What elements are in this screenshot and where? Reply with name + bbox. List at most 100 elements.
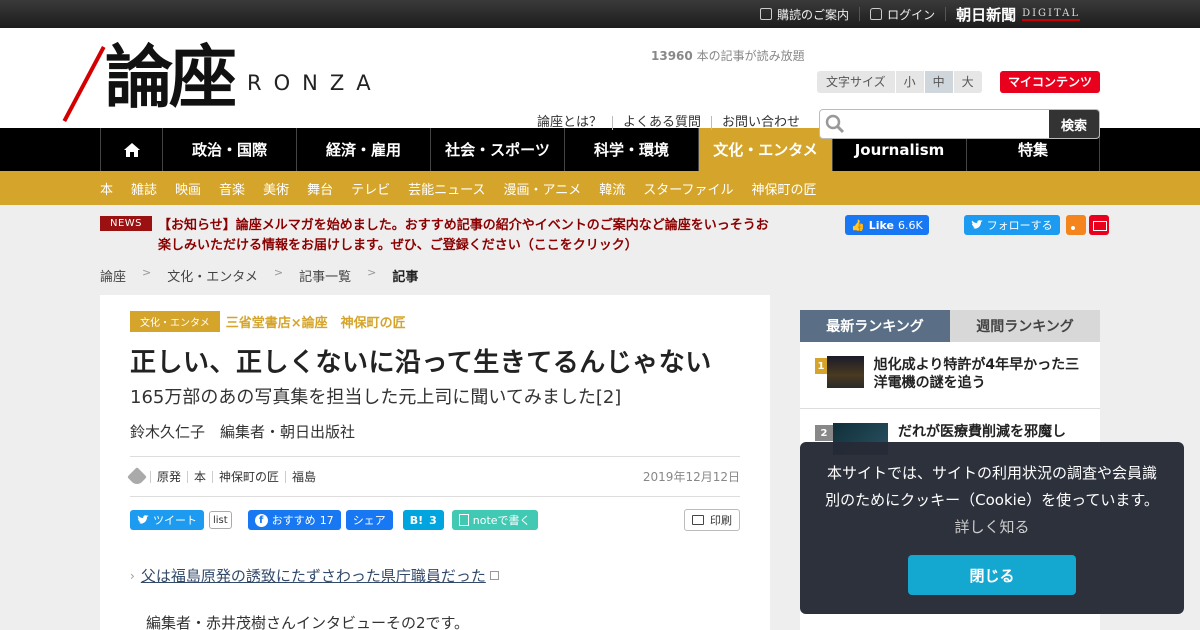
font-size-medium[interactable]: 中 [924, 71, 954, 93]
readable-number: 13960 [651, 49, 693, 63]
subscribe-label: 購読のご案内 [777, 7, 850, 22]
breadcrumb: 論座 > 文化・エンタメ > 記事一覧 > 記事 [100, 266, 418, 285]
series-link[interactable]: 三省堂書店×論座 神保町の匠 [226, 312, 406, 331]
previous-article-text[interactable]: 父は福島原発の誘致にたずさわった県庁職員だった [141, 565, 486, 586]
nav-science[interactable]: 科学・環境 [564, 128, 698, 171]
font-size-selector: 文字サイズ 小 中 大 [817, 71, 982, 93]
subscribe-link[interactable]: 購読のご案内 [750, 7, 861, 22]
site-header: 論座 RONZA 13960 本の記事が読み放題 文字サイズ 小 中 大 マイコ… [0, 28, 1200, 139]
breadcrumb-list[interactable]: 記事一覧 [299, 266, 351, 285]
article-author[interactable]: 鈴木久仁子 編集者・朝日出版社 [130, 421, 740, 457]
subnav-item[interactable]: 韓流 [599, 179, 625, 198]
article-tag[interactable]: 神保町の匠 [212, 470, 285, 483]
list-button[interactable]: list [209, 511, 232, 529]
article-category-row: 文化・エンタメ 三省堂書店×論座 神保町の匠 [130, 311, 740, 332]
readable-text: 本の記事が読み放題 [696, 49, 805, 63]
note-label: noteで書く [472, 514, 531, 527]
faq-link[interactable]: よくある質問 [612, 116, 711, 130]
fb-like-count: 6.6K [897, 218, 923, 232]
subnav-item[interactable]: 本 [100, 179, 113, 198]
breadcrumb-home[interactable]: 論座 [100, 266, 126, 285]
subnav-item[interactable]: 漫画・アニメ [503, 179, 581, 198]
tab-latest-ranking[interactable]: 最新ランキング [800, 310, 950, 342]
cookie-banner: 本サイトでは、サイトの利用状況の調査や会員識別のためにクッキー（Cookie）を… [800, 442, 1184, 614]
article-date: 2019年12月12日 [642, 470, 740, 484]
print-button[interactable]: 印刷 [684, 509, 740, 531]
cookie-text: 本サイトでは、サイトの利用状況の調査や会員識別のためにクッキー（Cookie）を… [825, 464, 1159, 509]
note-icon [458, 514, 469, 526]
subnav-item[interactable]: テレビ [351, 179, 390, 198]
twitter-bird-icon [137, 515, 149, 524]
hatena-bookmark-button[interactable]: B! 3 [402, 510, 444, 530]
ronza-logo[interactable]: 論座 RONZA [62, 36, 383, 123]
nav-politics[interactable]: 政治・国際 [162, 128, 296, 171]
hatena-count: 3 [429, 513, 437, 527]
facebook-like-button[interactable]: 👍 Like 6.6K [845, 215, 929, 235]
subnav-item[interactable]: 美術 [263, 179, 289, 198]
fb-share-button[interactable]: シェア [345, 510, 393, 530]
news-badge: NEWS [100, 216, 153, 231]
search-input[interactable] [850, 110, 1049, 138]
subnav-item[interactable]: 音楽 [219, 179, 245, 198]
ranking-item[interactable]: 1 旭化成より特許が4年早かった三洋電機の謎を追う [800, 342, 1100, 409]
thumbs-up-icon: 👍 [851, 218, 865, 232]
twitter-bird-icon [970, 220, 983, 229]
font-size-small[interactable]: 小 [895, 71, 925, 93]
rank-number: 2 [815, 425, 833, 441]
subnav-item[interactable]: 舞台 [307, 179, 333, 198]
previous-article-link[interactable]: › 父は福島原発の誘致にたずさわった県庁職員だった [130, 565, 740, 586]
twitter-follow-button[interactable]: フォローする [963, 215, 1060, 235]
asahi-brand-en: DIGITAL [1022, 7, 1080, 21]
nav-culture[interactable]: 文化・エンタメ [698, 128, 832, 171]
breadcrumb-category[interactable]: 文化・エンタメ [167, 266, 258, 285]
subnav-item[interactable]: 神保町の匠 [751, 179, 816, 198]
asahi-digital-logo[interactable]: 朝日新聞 DIGITAL [946, 4, 1080, 25]
article: 文化・エンタメ 三省堂書店×論座 神保町の匠 正しい、正しくないに沿って生きてる… [100, 295, 770, 630]
ranking-thumbnail [826, 356, 864, 388]
subnav-item[interactable]: 芸能ニュース [408, 179, 485, 198]
header-links: 論座とは？ よくある質問 お問い合わせ [537, 116, 810, 130]
category-tag[interactable]: 文化・エンタメ [130, 311, 220, 332]
cookie-close-button[interactable]: 閉じる [908, 555, 1076, 595]
chevron-right-icon: › [130, 568, 135, 583]
readable-count: 13960 本の記事が読み放題 [651, 47, 805, 64]
cookie-more-link[interactable]: 詳しく知る [954, 518, 1029, 536]
fb-recommend-count: 17 [319, 513, 334, 527]
subnav-item[interactable]: スターファイル [643, 179, 733, 198]
printer-icon [692, 515, 704, 525]
ranking-title[interactable]: だれが医療費削減を邪魔し [898, 423, 1066, 441]
article-tag[interactable]: 原発 [150, 470, 187, 483]
rank-number: 1 [815, 358, 827, 374]
search-button[interactable]: 検索 [1049, 110, 1099, 138]
article-title: 正しい、正しくないに沿って生きてるんじゃない [130, 348, 712, 378]
tweet-button[interactable]: ツイート [130, 510, 204, 530]
subnav-item[interactable]: 雑誌 [131, 179, 157, 198]
rss-icon[interactable] [1065, 215, 1086, 235]
login-link[interactable]: ログイン [860, 7, 947, 22]
tag-row: 原発 本 神保町の匠 福島 2019年12月12日 [127, 457, 740, 497]
mail-icon[interactable] [1088, 215, 1109, 235]
contact-link[interactable]: お問い合わせ [711, 116, 810, 130]
subnav-item[interactable]: 映画 [175, 179, 201, 198]
external-link-icon [489, 571, 499, 580]
article-body-paragraph: 編集者・赤井茂樹さんインタビューその2です。 [146, 614, 470, 630]
tab-weekly-ranking[interactable]: 週間ランキング [950, 310, 1100, 342]
article-tag[interactable]: 本 [187, 470, 212, 483]
nav-economy[interactable]: 経済・雇用 [296, 128, 430, 171]
note-write-button[interactable]: noteで書く [451, 510, 538, 530]
fb-recommend-label: おすすめ [271, 514, 316, 527]
fb-like-label: Like [868, 218, 894, 232]
about-link[interactable]: 論座とは？ [537, 116, 612, 130]
logo-kanji: 論座 [105, 38, 237, 118]
font-size-large[interactable]: 大 [953, 71, 982, 93]
news-text-link[interactable]: 【お知らせ】論座メルマガを始めました。おすすめ記事の紹介やイベントのご案内など論… [158, 216, 770, 256]
article-tag[interactable]: 福島 [285, 470, 322, 483]
fb-recommend-button[interactable]: f おすすめ 17 [247, 510, 341, 530]
my-content-button[interactable]: マイコンテンツ [1000, 71, 1101, 93]
asahi-brand-jp: 朝日新聞 [956, 5, 1017, 24]
ranking-title[interactable]: 旭化成より特許が4年早かった三洋電機の謎を追う [874, 356, 1085, 392]
nav-society[interactable]: 社会・スポーツ [430, 128, 564, 171]
login-label: ログイン [887, 7, 936, 22]
nav-home[interactable] [100, 128, 162, 171]
twitter-follow-label: フォローする [986, 219, 1053, 232]
